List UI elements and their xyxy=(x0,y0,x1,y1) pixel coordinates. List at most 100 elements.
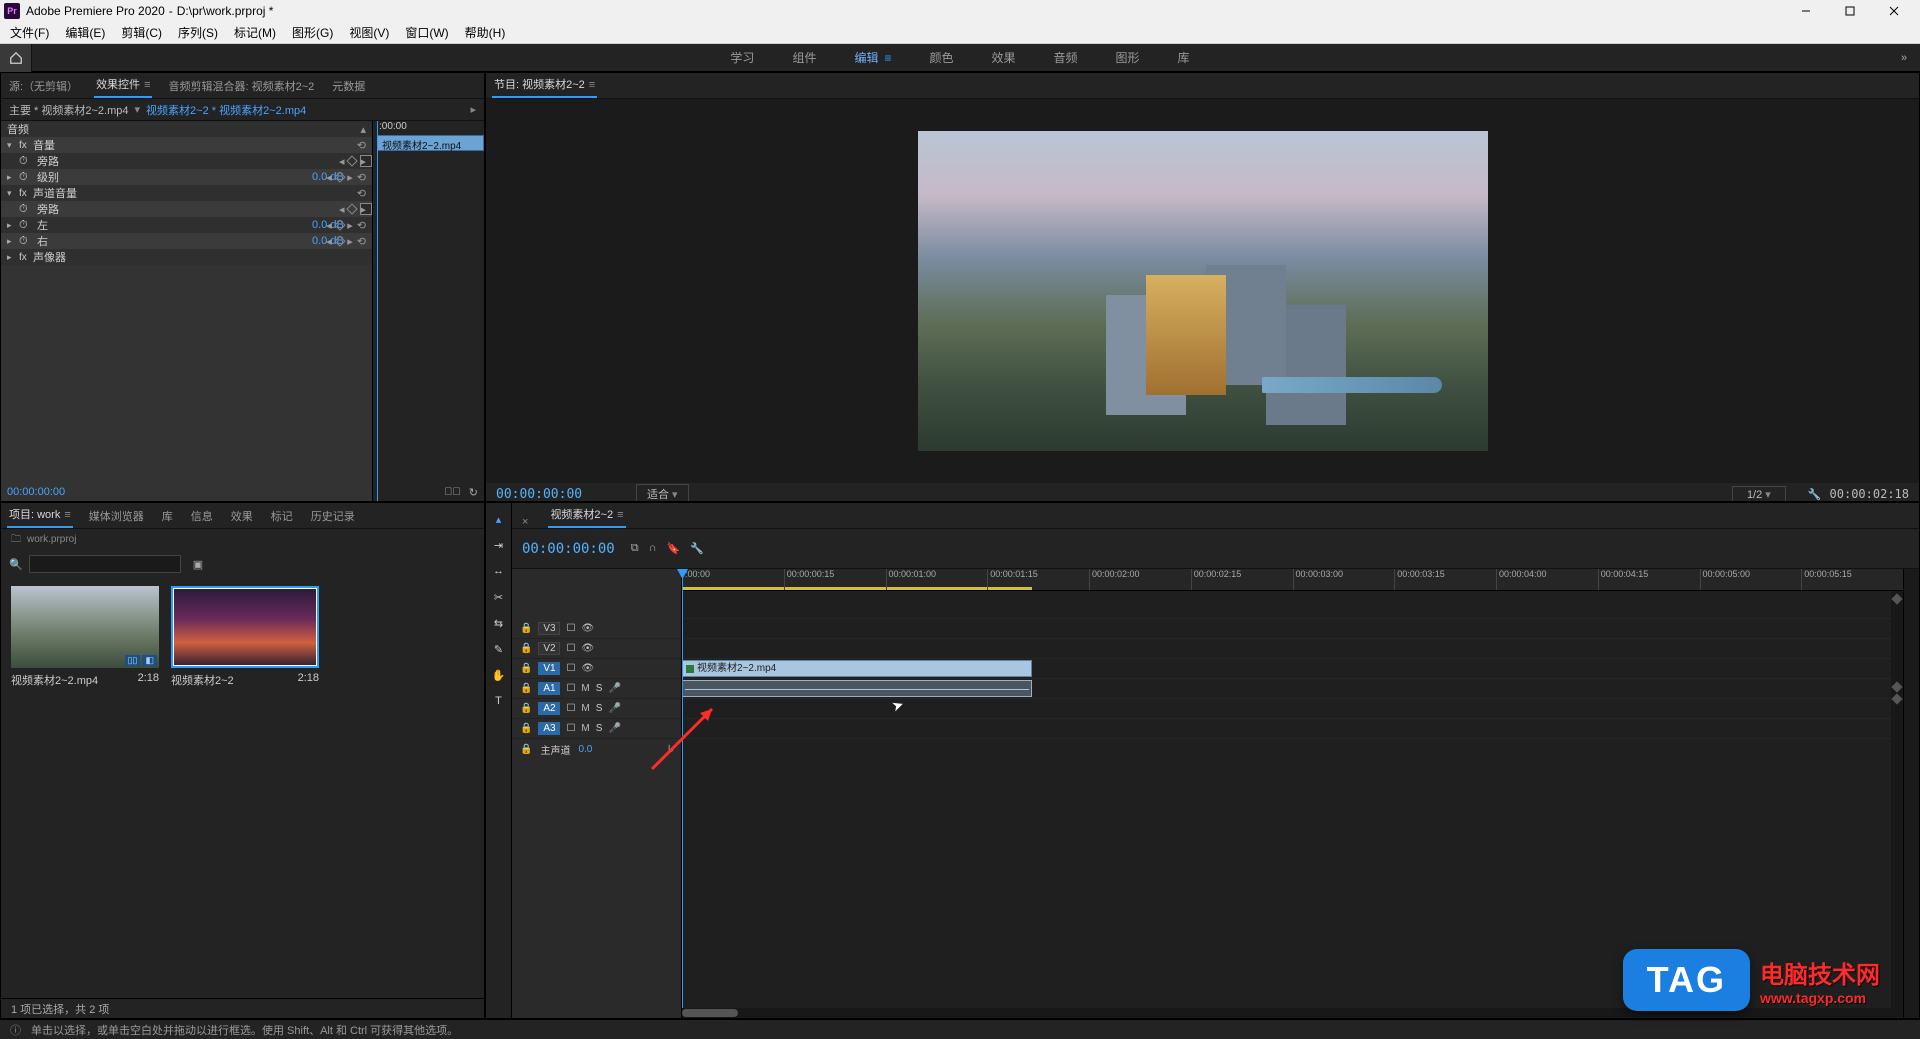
program-viewport[interactable] xyxy=(486,99,1919,483)
filter-icon[interactable]: ▣ xyxy=(193,558,203,571)
timeline-timecode[interactable]: 00:00:00:00 xyxy=(522,541,615,557)
lock-icon[interactable]: 🔒 xyxy=(520,663,532,674)
workspace-音频[interactable]: 音频 xyxy=(1050,43,1082,72)
ruler-tick[interactable]: 00:00:02:00 xyxy=(1089,569,1191,590)
type-tool-icon[interactable]: T xyxy=(491,693,507,709)
project-tab[interactable]: 库 xyxy=(160,504,175,528)
track-v1[interactable]: V1 xyxy=(538,662,560,675)
menu-帮助(H)[interactable]: 帮助(H) xyxy=(457,22,514,44)
maximize-button[interactable] xyxy=(1828,0,1872,22)
lock-icon[interactable]: 🔒 xyxy=(520,703,532,714)
lock-icon[interactable]: 🔒 xyxy=(520,683,532,694)
timeline-clip-a1[interactable] xyxy=(682,680,1032,697)
timeline-hscroll[interactable] xyxy=(682,1008,1891,1018)
menu-标记(M)[interactable]: 标记(M) xyxy=(226,22,284,44)
settings-icon[interactable]: 🔧 xyxy=(690,542,704,555)
mute-icon[interactable]: M xyxy=(581,683,589,694)
workspace-效果[interactable]: 效果 xyxy=(988,43,1020,72)
project-tab[interactable]: 历史记录 xyxy=(309,504,357,528)
workspace-组件[interactable]: 组件 xyxy=(788,43,820,72)
timeline-playhead[interactable] xyxy=(682,569,683,1018)
ruler-tick[interactable]: 00:00:04:15 xyxy=(1598,569,1700,590)
track-a2[interactable]: A2 xyxy=(538,702,560,715)
project-search-input[interactable] xyxy=(29,555,181,573)
project-tab[interactable]: 媒体浏览器 xyxy=(87,504,146,528)
menu-剪辑(C)[interactable]: 剪辑(C) xyxy=(113,22,170,44)
project-tab[interactable]: 项目: work≡ xyxy=(7,502,73,528)
ruler-tick[interactable]: 00:00:00:15 xyxy=(784,569,886,590)
mute-icon[interactable]: M xyxy=(581,703,589,714)
ruler-tick[interactable]: 00:00:03:15 xyxy=(1394,569,1496,590)
minimize-button[interactable] xyxy=(1784,0,1828,22)
settings-icon[interactable]: 🔧 xyxy=(1808,488,1822,501)
pen-tool-icon[interactable]: ✎ xyxy=(491,641,507,657)
mic-icon[interactable]: 🎤 xyxy=(608,703,620,714)
ec-volume-bypass[interactable]: 旁路 xyxy=(37,153,360,169)
source-tab[interactable]: 源:（无剪辑） xyxy=(7,74,80,98)
timeline-clip-v1[interactable]: 视频素材2~2.mp4 xyxy=(682,660,1032,677)
workspace-编辑[interactable]: 编辑 xyxy=(850,43,895,72)
lock-icon[interactable]: 🔒 xyxy=(520,723,532,734)
play-only-icon[interactable]: ▶⃞ xyxy=(444,486,461,499)
ec-channel-bypass[interactable]: 旁路 xyxy=(37,201,360,217)
ripple-tool-icon[interactable]: ↔ xyxy=(491,563,507,579)
workspace-学习[interactable]: 学习 xyxy=(726,43,758,72)
workspace-图形[interactable]: 图形 xyxy=(1112,43,1144,72)
lock-icon[interactable]: 🔒 xyxy=(520,643,532,654)
ruler-tick[interactable]: 00:00:04:00 xyxy=(1496,569,1598,590)
ec-breadcrumb-link[interactable]: 视频素材2~2 * 视频素材2~2.mp4 xyxy=(146,102,306,118)
selection-tool-icon[interactable]: ▴ xyxy=(491,511,507,527)
track-select-tool-icon[interactable]: ⇥ xyxy=(491,537,507,553)
zoom-fit-dropdown[interactable]: 适合 xyxy=(636,484,689,502)
program-timecode-left[interactable]: 00:00:00:00 xyxy=(496,487,616,502)
menu-窗口(W)[interactable]: 窗口(W) xyxy=(397,22,456,44)
ruler-tick[interactable]: 00:00:05:00 xyxy=(1700,569,1802,590)
project-item[interactable]: ▯▯◧视频素材2~2.mp42:18 xyxy=(11,586,159,1010)
timeline-tab[interactable]: 视频素材2~2≡ xyxy=(548,502,625,528)
track-v3[interactable]: V3 xyxy=(538,622,560,635)
mic-icon[interactable]: 🎤 xyxy=(608,683,620,694)
hand-tool-icon[interactable]: ✋ xyxy=(491,667,507,683)
mute-icon[interactable]: M xyxy=(581,723,589,734)
track-a1[interactable]: A1 xyxy=(538,682,560,695)
ec-volume-level[interactable]: 级别 xyxy=(37,169,312,185)
close-button[interactable] xyxy=(1872,0,1916,22)
track-v2[interactable]: V2 xyxy=(538,642,560,655)
ec-channel-right[interactable]: 右 xyxy=(37,233,312,249)
ruler-tick[interactable]: 00:00:01:00 xyxy=(886,569,988,590)
eye-icon[interactable]: 👁 xyxy=(581,643,594,654)
program-tab[interactable]: 节目: 视频素材2~2≡ xyxy=(492,72,597,98)
source-tab[interactable]: 音频剪辑混合器: 视频素材2~2 xyxy=(166,74,316,98)
solo-icon[interactable]: S xyxy=(596,723,603,734)
source-tab[interactable]: 效果控件≡ xyxy=(94,72,152,98)
marker-icon[interactable]: 🔖 xyxy=(666,542,680,555)
master-volume[interactable]: 0.0 xyxy=(578,744,592,755)
track-a3[interactable]: A3 xyxy=(538,722,560,735)
ruler-tick[interactable]: 00:00:02:15 xyxy=(1191,569,1293,590)
ec-footer-timecode[interactable]: 00:00:00:00 xyxy=(7,483,65,501)
lock-icon[interactable]: 🔒 xyxy=(520,623,532,634)
linked-selection-icon[interactable]: ∩ xyxy=(649,542,657,555)
project-tab[interactable]: 效果 xyxy=(229,504,255,528)
ruler-tick[interactable]: 00:00:03:00 xyxy=(1293,569,1395,590)
solo-icon[interactable]: S xyxy=(596,683,603,694)
menu-视图(V)[interactable]: 视图(V) xyxy=(341,22,397,44)
project-tab[interactable]: 标记 xyxy=(269,504,295,528)
project-tab[interactable]: 信息 xyxy=(189,504,215,528)
menu-序列(S)[interactable]: 序列(S) xyxy=(170,22,226,44)
timeline-vscroll[interactable] xyxy=(1891,591,1903,1018)
snap-icon[interactable]: ⧉ xyxy=(631,542,639,555)
ruler-tick[interactable]: 00:00:01:15 xyxy=(987,569,1089,590)
mic-icon[interactable]: 🎤 xyxy=(608,723,620,734)
menu-编辑(E)[interactable]: 编辑(E) xyxy=(57,22,113,44)
resolution-dropdown[interactable]: 1/2 xyxy=(1732,486,1786,503)
eye-icon[interactable]: 👁 xyxy=(581,623,594,634)
ec-volume[interactable]: 音量 xyxy=(33,137,372,153)
workspace-overflow-button[interactable]: » xyxy=(1888,52,1920,64)
workspace-颜色[interactable]: 颜色 xyxy=(925,43,957,72)
razor-tool-icon[interactable]: ✂ xyxy=(491,589,507,605)
workspace-库[interactable]: 库 xyxy=(1174,43,1194,72)
source-tab[interactable]: 元数据 xyxy=(330,74,367,98)
menu-图形(G)[interactable]: 图形(G) xyxy=(284,22,341,44)
project-item[interactable]: 视频素材2~22:18 xyxy=(171,586,319,1010)
